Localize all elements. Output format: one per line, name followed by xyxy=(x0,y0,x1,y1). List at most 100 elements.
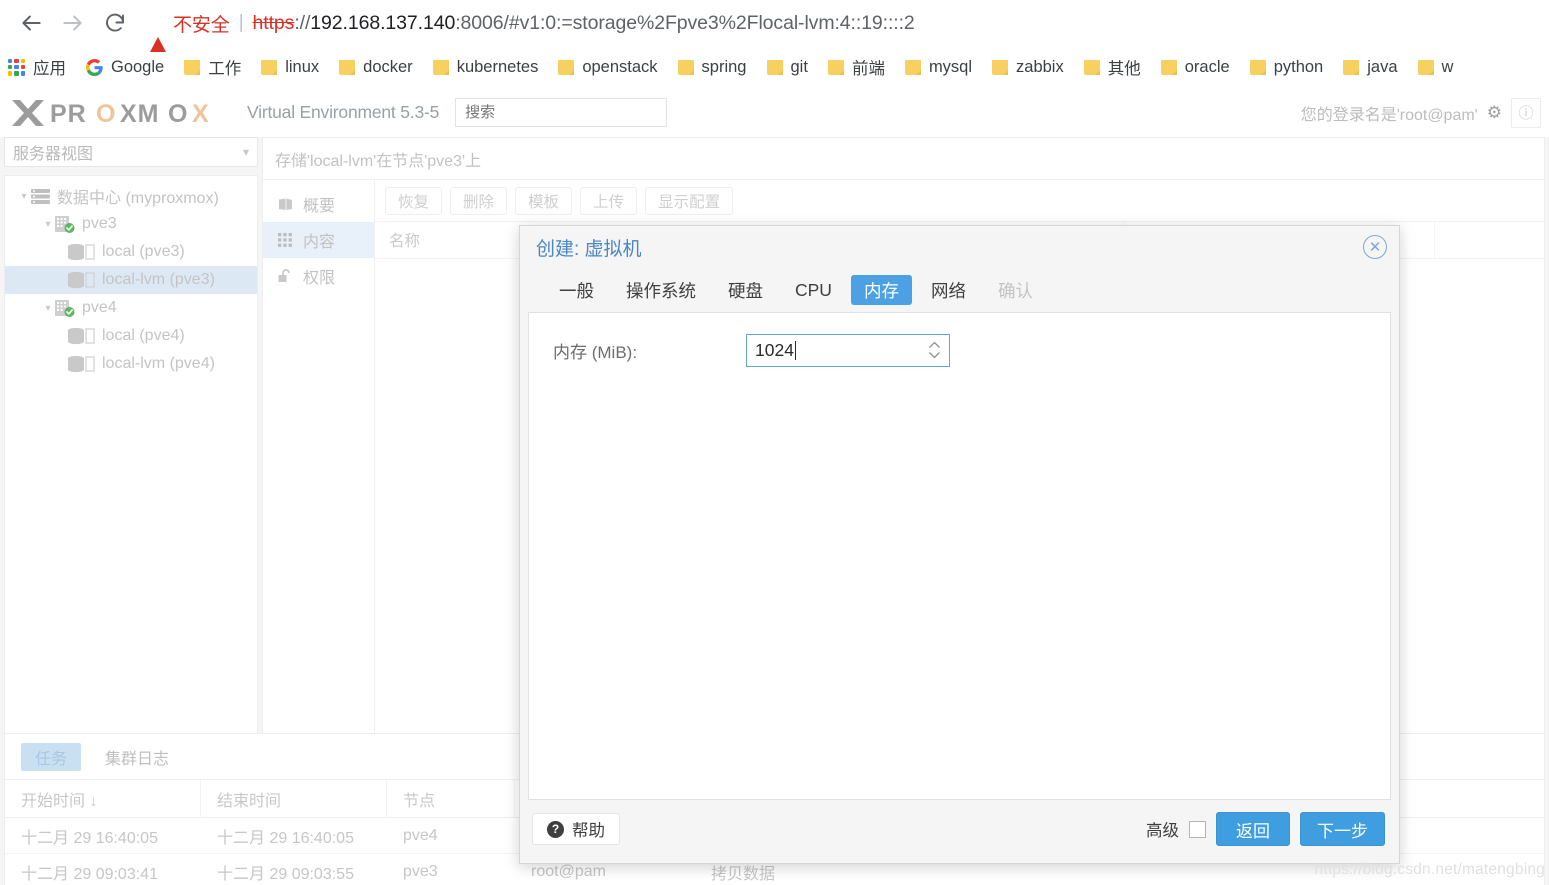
nav-item-label: 权限 xyxy=(303,270,336,287)
task-start-time: 十二月 29 16:40:05 xyxy=(21,829,158,847)
folder-icon xyxy=(1160,59,1177,75)
bookmark-label: w xyxy=(1441,57,1454,76)
security-indicator[interactable]: 不安全 xyxy=(150,10,230,52)
advanced-checkbox[interactable] xyxy=(1189,820,1206,838)
bookmark-folder[interactable]: mysql xyxy=(897,52,980,82)
tab-memory[interactable]: 内存 xyxy=(850,275,912,305)
bookmark-folder[interactable]: oracle xyxy=(1153,52,1238,82)
nav-item-permissions[interactable]: 权限 xyxy=(263,258,374,294)
folder-icon xyxy=(1417,59,1434,75)
bookmark-folder[interactable]: 工作 xyxy=(176,52,249,82)
tree-item-local-pve4[interactable]: local (pve4) xyxy=(5,322,257,350)
bookmark-label: Google xyxy=(111,57,165,76)
bookmark-folder[interactable]: docker xyxy=(331,52,421,82)
view-selector[interactable]: 服务器视图 ▾ xyxy=(4,137,258,167)
memory-label: 内存 (MiB): xyxy=(553,342,638,362)
bookmark-folder[interactable]: git xyxy=(759,52,816,82)
tree-item-datacenter[interactable]: ▾ 数据中心 (myproxmox) xyxy=(5,182,257,210)
storage-icon xyxy=(67,355,95,373)
tree-item-local-lvm-pve3[interactable]: local-lvm (pve3) xyxy=(5,266,257,294)
chevron-down-icon[interactable]: ▾ xyxy=(41,219,55,230)
content-nav: 概要 内容 权限 xyxy=(263,180,375,764)
tab-network[interactable]: 网络 xyxy=(918,275,979,305)
gear-icon[interactable]: ⚙ xyxy=(1487,103,1502,123)
chevron-down-icon[interactable]: ▾ xyxy=(41,303,55,314)
tab-general[interactable]: 一般 xyxy=(546,275,607,305)
search-input[interactable] xyxy=(455,98,668,127)
reload-icon[interactable] xyxy=(94,2,136,44)
show-config-button[interactable]: 显示配置 xyxy=(645,186,734,215)
bookmark-folder[interactable]: openstack xyxy=(550,52,665,82)
task-column-start-time[interactable]: 开始时间 ↓ xyxy=(5,780,201,818)
google-logo-icon xyxy=(86,58,103,76)
nav-item-summary[interactable]: 概要 xyxy=(263,186,374,222)
quantity-stepper[interactable] xyxy=(928,341,941,359)
close-icon[interactable]: ✕ xyxy=(1363,235,1387,259)
bookmark-folder[interactable]: zabbix xyxy=(984,52,1072,82)
svg-text:PR: PR xyxy=(50,100,87,128)
bookmark-folder[interactable]: linux xyxy=(253,52,327,82)
tab-os[interactable]: 操作系统 xyxy=(613,275,709,305)
task-node: pve3 xyxy=(403,862,438,880)
svg-text:O: O xyxy=(96,100,116,128)
grid-column-blank-2[interactable] xyxy=(1435,222,1544,259)
folder-icon xyxy=(1249,59,1266,75)
template-button[interactable]: 模板 xyxy=(515,186,573,215)
help-button[interactable]: ? 帮助 xyxy=(532,813,620,845)
address-bar[interactable]: 不安全 | https://192.168.137.140:8006/#v1:0… xyxy=(150,6,1549,52)
tab-tasks[interactable]: 任务 xyxy=(21,742,82,771)
memory-form-row: 内存 (MiB): 1024 xyxy=(529,333,1390,367)
back-icon[interactable] xyxy=(10,2,52,44)
task-column-node[interactable]: 节点 xyxy=(387,780,515,818)
bookmark-apps[interactable]: 应用 xyxy=(0,52,74,82)
bookmark-label: mysql xyxy=(928,57,973,76)
memory-input[interactable]: 1024 xyxy=(746,333,950,367)
task-column-end-time[interactable]: 结束时间 xyxy=(201,780,387,818)
tree-item-pve3[interactable]: ▾ pve3 xyxy=(5,210,257,238)
back-button[interactable]: 返回 xyxy=(1216,812,1290,846)
tree-item-local-lvm-pve4[interactable]: local-lvm (pve4) xyxy=(5,350,257,378)
dialog-title-bar: 创建: 虚拟机 ✕ xyxy=(520,226,1399,268)
bookmark-folder[interactable]: spring xyxy=(670,52,755,82)
bookmark-folder[interactable]: w xyxy=(1410,52,1462,82)
tree-item-label: local (pve3) xyxy=(102,243,185,260)
url-scheme-sep: :// xyxy=(294,11,311,34)
bookmark-folder[interactable]: python xyxy=(1242,52,1332,82)
tree-item-label: local-lvm (pve4) xyxy=(102,355,215,372)
chevron-down-icon[interactable]: ▾ xyxy=(17,191,31,202)
delete-button[interactable]: 删除 xyxy=(450,186,508,215)
bookmark-folder[interactable]: 其他 xyxy=(1076,52,1149,82)
omnibox-divider: | xyxy=(238,12,244,33)
tree-item-label: pve4 xyxy=(82,299,117,316)
bookmark-folder[interactable]: kubernetes xyxy=(425,52,547,82)
task-start-time: 十二月 29 09:03:41 xyxy=(21,865,158,883)
restore-button[interactable]: 恢复 xyxy=(385,186,443,215)
next-button[interactable]: 下一步 xyxy=(1300,812,1385,846)
security-label: 不安全 xyxy=(173,14,230,36)
bookmark-google[interactable]: Google xyxy=(78,52,172,82)
forward-icon[interactable] xyxy=(52,2,94,44)
upload-button[interactable]: 上传 xyxy=(580,186,638,215)
tree-item-pve4[interactable]: ▾ pve4 xyxy=(5,294,257,322)
tab-cpu[interactable]: CPU xyxy=(782,275,845,305)
tab-cluster-log[interactable]: 集群日志 xyxy=(91,743,183,771)
storage-icon xyxy=(67,243,95,261)
text-caret xyxy=(794,340,796,360)
node-online-icon xyxy=(55,299,75,317)
nav-item-content[interactable]: 内容 xyxy=(263,222,374,258)
folder-icon xyxy=(339,59,356,75)
folder-icon xyxy=(904,59,921,75)
bookmark-label: kubernetes xyxy=(456,57,539,76)
folder-icon xyxy=(184,59,201,75)
watermark: https://blog.csdn.net/matengbing xyxy=(1314,861,1545,878)
tab-hard-disk[interactable]: 硬盘 xyxy=(715,275,776,305)
help-button[interactable]: ⓘ xyxy=(1511,97,1541,128)
bookmark-folder[interactable]: java xyxy=(1335,52,1405,82)
tree-item-local-pve3[interactable]: local (pve3) xyxy=(5,238,257,266)
warning-triangle-icon xyxy=(150,15,167,52)
tab-confirm[interactable]: 确认 xyxy=(985,275,1046,305)
logged-in-user-label: 您的登录名是'root@pam' xyxy=(1300,106,1478,124)
advanced-label: 高级 xyxy=(1146,822,1179,840)
dialog-footer-actions: 高级 返回 下一步 xyxy=(1146,812,1385,846)
bookmark-folder[interactable]: 前端 xyxy=(820,52,893,82)
